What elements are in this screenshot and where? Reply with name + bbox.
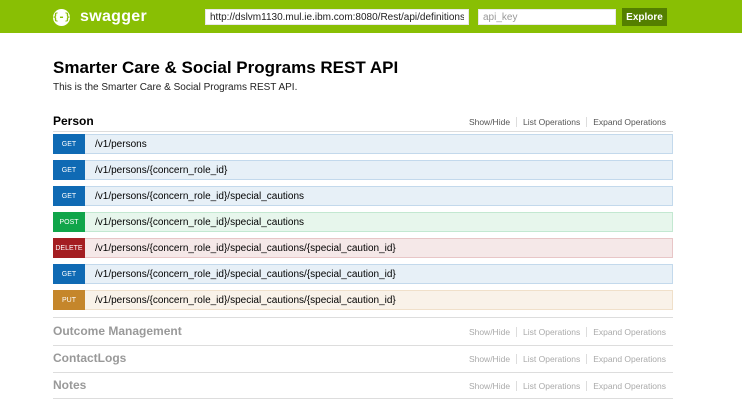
resource-header-contactlogs: ContactLogs Show/Hide List Operations Ex… [53, 351, 673, 371]
method-badge-get[interactable]: GET [53, 160, 85, 180]
operation-row[interactable]: GET /v1/persons/{concern_role_id}/specia… [53, 186, 673, 206]
resource-divider [53, 372, 673, 373]
resource-actions-outcome-management: Show/Hide List Operations Expand Operati… [463, 327, 666, 337]
operation-row[interactable]: DELETE /v1/persons/{concern_role_id}/spe… [53, 238, 673, 258]
api-url-input[interactable] [205, 9, 469, 25]
expand-operations-link[interactable]: Expand Operations [587, 354, 666, 364]
top-bar: {-} swagger Explore [0, 0, 742, 33]
resource-name-outcome-management[interactable]: Outcome Management [53, 324, 182, 338]
method-badge-put[interactable]: PUT [53, 290, 85, 310]
method-badge-get[interactable]: GET [53, 134, 85, 154]
api-description: This is the Smarter Care & Social Progra… [53, 82, 298, 93]
method-badge-get[interactable]: GET [53, 186, 85, 206]
resource-name-notes[interactable]: Notes [53, 378, 86, 392]
resource-actions-person: Show/Hide List Operations Expand Operati… [463, 117, 666, 127]
expand-operations-link[interactable]: Expand Operations [587, 381, 666, 391]
method-badge-post[interactable]: POST [53, 212, 85, 232]
operation-row[interactable]: GET /v1/persons [53, 134, 673, 154]
api-title: Smarter Care & Social Programs REST API [53, 58, 399, 77]
operation-path[interactable]: /v1/persons/{concern_role_id}/special_ca… [95, 243, 396, 254]
list-operations-link[interactable]: List Operations [517, 354, 588, 364]
resource-header-outcome-management: Outcome Management Show/Hide List Operat… [53, 324, 673, 344]
show-hide-link[interactable]: Show/Hide [463, 354, 518, 364]
resource-divider [53, 345, 673, 346]
resource-divider [53, 131, 673, 132]
resource-actions-contactlogs: Show/Hide List Operations Expand Operati… [463, 354, 666, 364]
resource-actions-notes: Show/Hide List Operations Expand Operati… [463, 381, 666, 391]
resource-header-notes: Notes Show/Hide List Operations Expand O… [53, 378, 673, 398]
list-operations-link[interactable]: List Operations [517, 381, 588, 391]
operation-path[interactable]: /v1/persons/{concern_role_id}/special_ca… [95, 191, 304, 202]
resource-name-person[interactable]: Person [53, 114, 94, 128]
operation-row[interactable]: PUT /v1/persons/{concern_role_id}/specia… [53, 290, 673, 310]
api-key-input[interactable] [478, 9, 616, 25]
method-badge-get[interactable]: GET [53, 264, 85, 284]
expand-operations-link[interactable]: Expand Operations [587, 117, 666, 127]
operation-row[interactable]: GET /v1/persons/{concern_role_id}/specia… [53, 264, 673, 284]
operation-path[interactable]: /v1/persons/{concern_role_id}/special_ca… [95, 269, 396, 280]
operation-path[interactable]: /v1/persons/{concern_role_id}/special_ca… [95, 295, 396, 306]
method-badge-delete[interactable]: DELETE [53, 238, 85, 258]
operation-path[interactable]: /v1/persons/{concern_role_id}/special_ca… [95, 217, 304, 228]
list-operations-link[interactable]: List Operations [517, 327, 588, 337]
operation-row[interactable]: POST /v1/persons/{concern_role_id}/speci… [53, 212, 673, 232]
resource-divider [53, 398, 673, 399]
swagger-logo-text: swagger [80, 8, 148, 25]
list-operations-link[interactable]: List Operations [517, 117, 588, 127]
swagger-logo-icon: {-} [52, 8, 71, 26]
resource-divider [53, 317, 673, 318]
resource-name-contactlogs[interactable]: ContactLogs [53, 351, 126, 365]
explore-button[interactable]: Explore [622, 8, 667, 26]
show-hide-link[interactable]: Show/Hide [463, 327, 518, 337]
swagger-logo[interactable]: {-} swagger [52, 7, 148, 27]
show-hide-link[interactable]: Show/Hide [463, 381, 518, 391]
expand-operations-link[interactable]: Expand Operations [587, 327, 666, 337]
operation-path[interactable]: /v1/persons/{concern_role_id} [95, 165, 227, 176]
show-hide-link[interactable]: Show/Hide [463, 117, 518, 127]
operation-path[interactable]: /v1/persons [95, 139, 147, 150]
operation-row[interactable]: GET /v1/persons/{concern_role_id} [53, 160, 673, 180]
